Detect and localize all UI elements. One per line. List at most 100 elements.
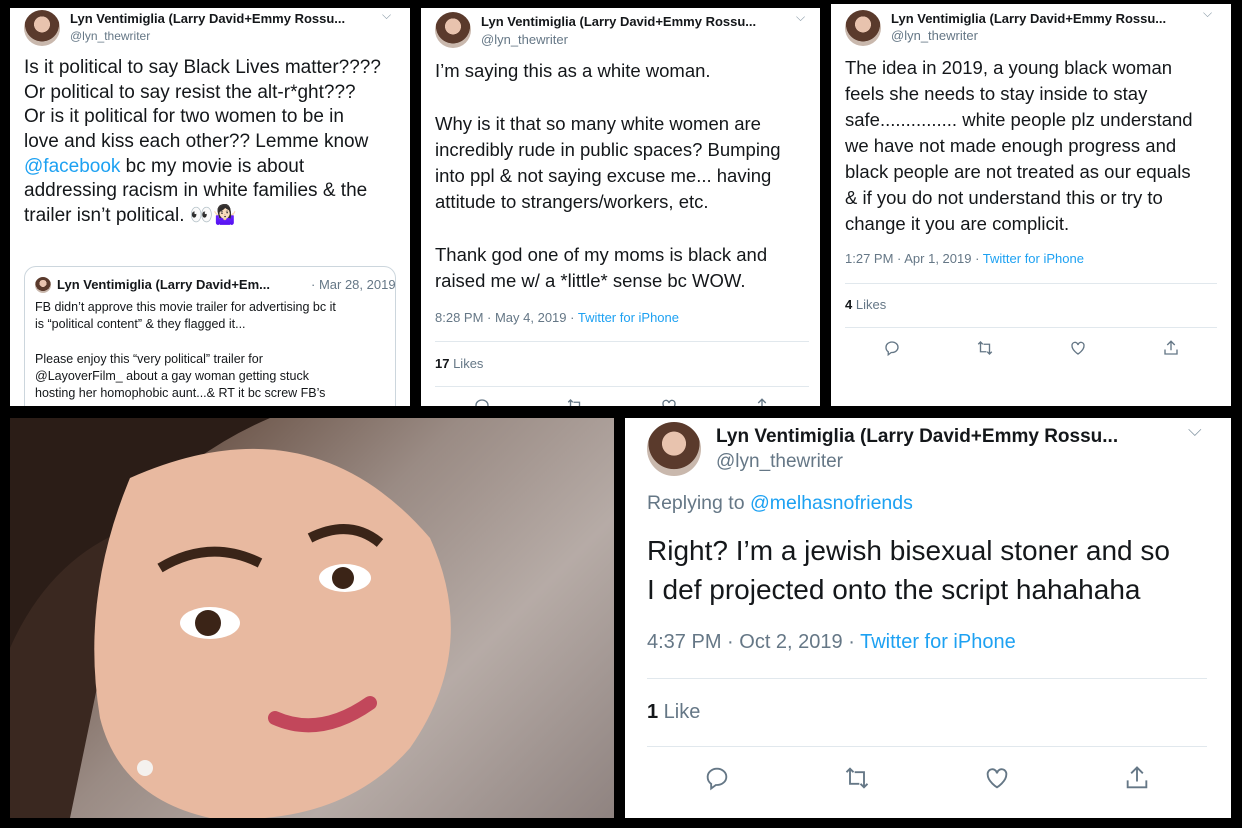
tweet-line: we have not made enough progress and <box>845 135 1177 156</box>
tweet-line: The idea in 2019, a young black woman <box>845 57 1173 78</box>
reply-icon[interactable] <box>703 764 731 797</box>
author-handle[interactable]: @lyn_thewriter <box>716 451 843 473</box>
tweet-line: & if you do not understand this or try t… <box>845 187 1163 208</box>
chevron-down-icon[interactable]: ⌵ <box>382 8 391 23</box>
chevron-down-icon[interactable]: ⌵ <box>1188 420 1202 441</box>
timestamp-text[interactable]: 8:28 PM · May 4, 2019 · <box>435 310 578 325</box>
tweet-line: Is it political to say Black Lives matte… <box>24 57 381 78</box>
action-bar <box>647 764 1207 797</box>
avatar[interactable] <box>435 12 471 48</box>
like-icon[interactable] <box>983 764 1011 797</box>
quoted-author-name: Lyn Ventimiglia (Larry David+Em... <box>57 277 271 292</box>
tweet-text: Right? I’m a jewish bisexual stoner and … <box>647 531 1227 609</box>
author-name[interactable]: Lyn Ventimiglia (Larry David+Emmy Rossu.… <box>716 426 1118 448</box>
likes-count[interactable]: 1 Like <box>647 701 700 724</box>
tweet-line: incredibly rude in public spaces? Bumpin… <box>435 139 781 160</box>
portrait-illustration <box>10 418 451 818</box>
avatar[interactable] <box>24 10 60 46</box>
divider <box>435 341 809 342</box>
likes-number: 1 <box>647 701 659 723</box>
like-icon[interactable] <box>660 397 678 406</box>
avatar[interactable] <box>647 422 701 476</box>
tweet-line: attitude to strangers/workers, etc. <box>435 191 709 212</box>
tweet-line: Or is it political for two women to be i… <box>24 106 344 128</box>
quoted-line: hosting her homophobic aunt...& RT it bc… <box>35 386 326 400</box>
tweet-timestamp: 1:27 PM · Apr 1, 2019 · Twitter for iPho… <box>845 251 1084 266</box>
avatar <box>35 277 51 293</box>
tweet-card-3: Lyn Ventimiglia (Larry David+Emmy Rossu.… <box>831 4 1231 406</box>
tweet-timestamp: 8:28 PM · May 4, 2019 · Twitter for iPho… <box>435 310 679 325</box>
tweet-line: Thank god one of my moms is black and <box>435 244 768 265</box>
retweet-icon[interactable] <box>976 339 994 362</box>
divider <box>435 386 809 387</box>
tweet-line: safe............... white people plz und… <box>845 109 1193 130</box>
author-handle[interactable]: @lyn_thewriter <box>891 28 978 43</box>
chevron-down-icon[interactable]: ⌵ <box>796 10 805 25</box>
likes-count[interactable]: 17 Likes <box>435 356 483 371</box>
source-link[interactable]: Twitter for iPhone <box>578 310 679 325</box>
tweet-line: Or political to say resist the alt-r*ght… <box>24 81 356 103</box>
tweet-card-2: Lyn Ventimiglia (Larry David+Emmy Rossu.… <box>421 8 820 406</box>
author-name[interactable]: Lyn Ventimiglia (Larry David+Emmy Rossu.… <box>891 11 1166 26</box>
tweet-line: black people are not treated as our equa… <box>845 161 1191 182</box>
divider <box>647 746 1207 747</box>
like-icon[interactable] <box>1069 339 1087 362</box>
tweet-line: addressing racism in white families & th… <box>24 180 368 202</box>
quoted-text: FB didn’t approve this movie trailer for… <box>35 299 390 402</box>
mention-link[interactable]: @facebook <box>24 156 120 177</box>
action-bar <box>845 339 1217 362</box>
tweet-line: raised me w/ a *little* sense bc WOW. <box>435 270 746 291</box>
author-handle[interactable]: @lyn_thewriter <box>70 29 150 43</box>
action-bar <box>435 397 809 406</box>
tweet-line: love and kiss each other?? Lemme know <box>24 131 369 153</box>
reply-mention-link[interactable]: @melhasnofriends <box>750 492 913 514</box>
likes-number: 17 <box>435 356 450 371</box>
tweet-text: The idea in 2019, a young black woman fe… <box>845 55 1230 237</box>
timestamp-text[interactable]: 1:27 PM · Apr 1, 2019 · <box>845 251 983 266</box>
author-name[interactable]: Lyn Ventimiglia (Larry David+Emmy Rossu.… <box>70 11 345 26</box>
share-icon[interactable] <box>753 397 771 406</box>
tweet-line: bc my movie is about <box>120 155 305 177</box>
avatar[interactable] <box>845 10 881 46</box>
retweet-icon[interactable] <box>566 397 584 406</box>
likes-label: Likes <box>852 297 887 312</box>
likes-label: Like <box>658 701 701 723</box>
divider <box>845 327 1217 328</box>
author-handle[interactable]: @lyn_thewriter <box>481 32 568 47</box>
tweet-line: feels she needs to stay inside to stay <box>845 83 1148 104</box>
replying-to: Replying to @melhasnofriends <box>647 492 913 515</box>
quoted-date: · Mar 28, 2019 <box>311 277 396 292</box>
tweet-text: I’m saying this as a white woman. Why is… <box>435 58 815 294</box>
source-link[interactable]: Twitter for iPhone <box>983 251 1084 266</box>
tweet-text: Is it political to say Black Lives matte… <box>24 56 404 229</box>
reply-icon[interactable] <box>883 339 901 362</box>
divider <box>647 678 1207 679</box>
tweet-line: Right? I’m a jewish bisexual stoner and … <box>647 535 1170 566</box>
quoted-line: FB didn’t approve this movie trailer for… <box>35 300 336 314</box>
tweet-timestamp: 4:37 PM · Oct 2, 2019 · Twitter for iPho… <box>647 631 1016 654</box>
selfie-photo <box>10 418 614 818</box>
tweet-line: I’m saying this as a white woman. <box>435 60 711 81</box>
tweet-line: Why is it that so many white women are <box>435 113 761 134</box>
share-icon[interactable] <box>1162 339 1180 362</box>
tweet-line: I def projected onto the script hahahaha <box>647 574 1141 605</box>
timestamp-text[interactable]: 4:37 PM · Oct 2, 2019 · <box>647 631 860 653</box>
chevron-down-icon[interactable]: ⌵ <box>1203 6 1212 21</box>
quoted-line: @LayoverFilm_ about a gay woman getting … <box>35 368 309 383</box>
likes-count[interactable]: 4 Likes <box>845 297 886 312</box>
divider <box>845 283 1217 284</box>
retweet-icon[interactable] <box>843 764 871 797</box>
tweet-card-1: Lyn Ventimiglia (Larry David+Emmy Rossu.… <box>10 8 410 406</box>
likes-label: Likes <box>449 356 484 371</box>
author-name[interactable]: Lyn Ventimiglia (Larry David+Emmy Rossu.… <box>481 14 756 29</box>
replying-label: Replying to <box>647 492 750 514</box>
tweet-line: trailer isn’t political. 👀🤷🏻‍♀️ <box>24 205 238 227</box>
quoted-tweet[interactable]: Lyn Ventimiglia (Larry David+Em... · Mar… <box>24 266 396 406</box>
quoted-line: is “political content” & they flagged it… <box>35 317 246 332</box>
reply-icon[interactable] <box>473 397 491 406</box>
quoted-line: Please enjoy this “very political” trail… <box>35 351 263 366</box>
share-icon[interactable] <box>1123 764 1151 797</box>
source-link[interactable]: Twitter for iPhone <box>860 631 1016 653</box>
tweet-line: into ppl & not saying excuse me... havin… <box>435 165 772 186</box>
tweet-card-4: Lyn Ventimiglia (Larry David+Emmy Rossu.… <box>625 418 1231 818</box>
